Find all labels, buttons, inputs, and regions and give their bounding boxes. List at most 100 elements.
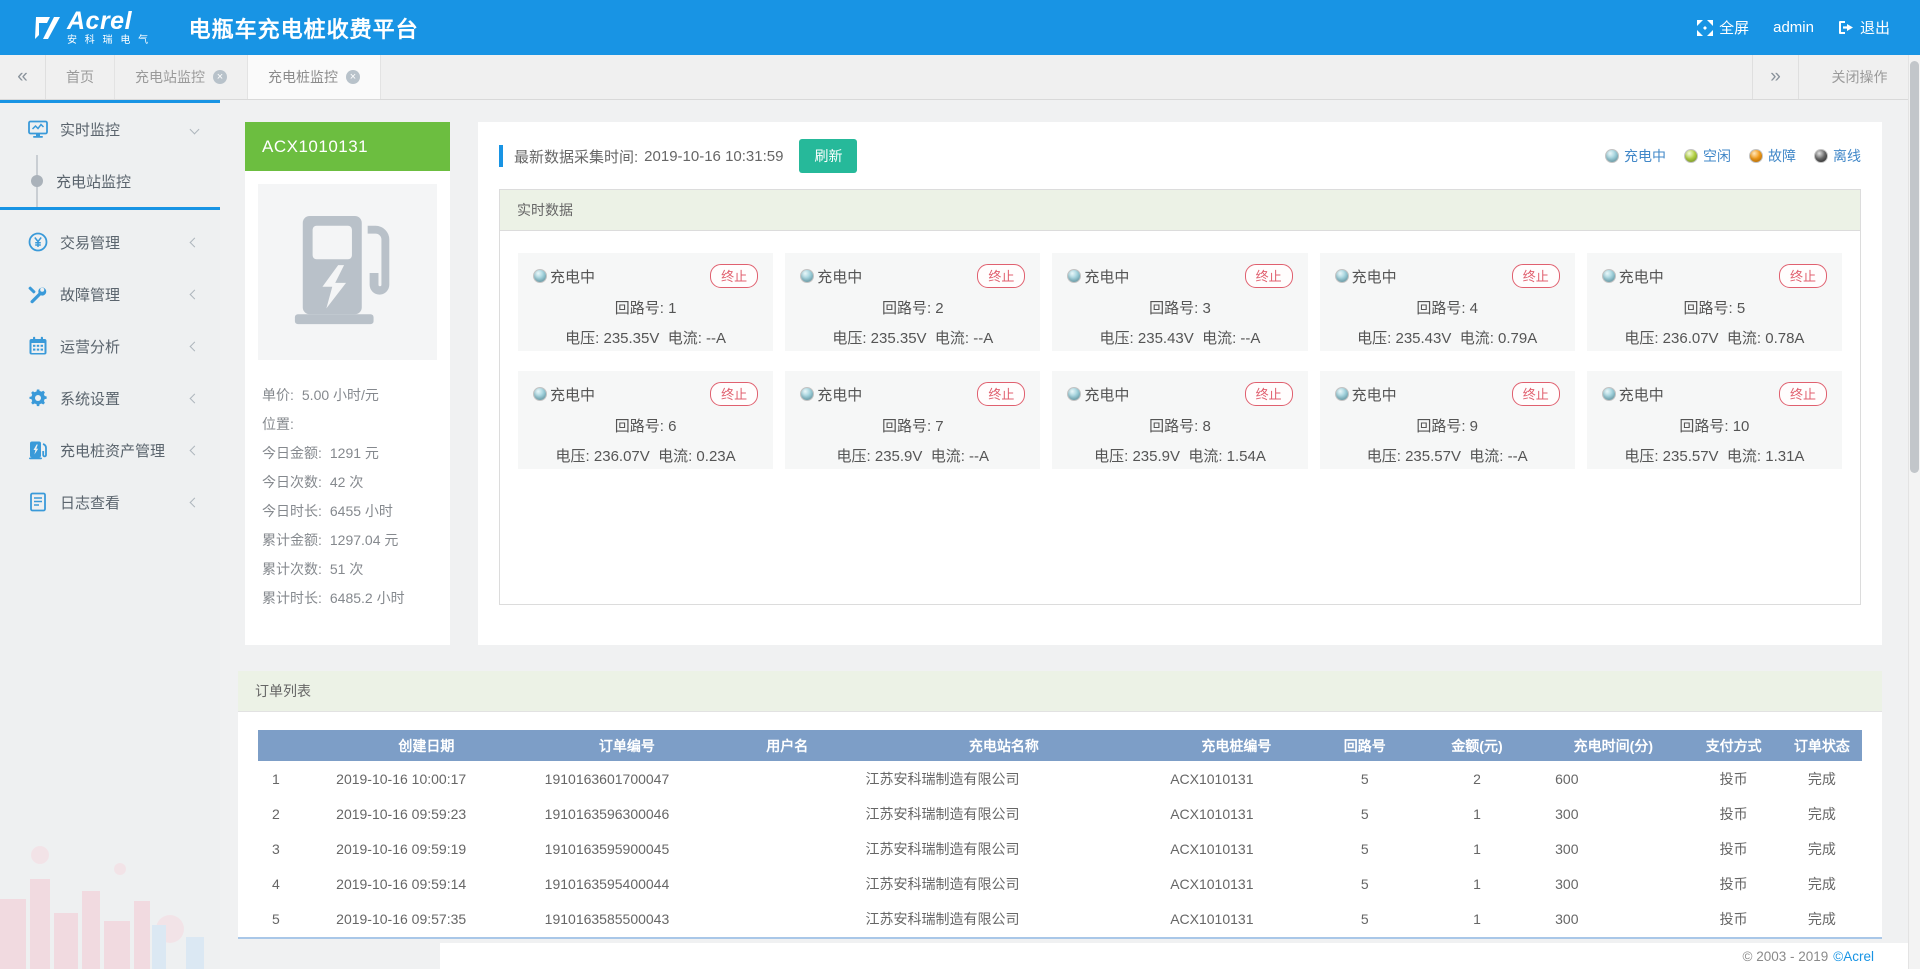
table-cell: 2019-10-16 09:59:23 [322, 796, 531, 831]
tab-label: 首页 [66, 67, 94, 87]
sidebar-item-transactions[interactable]: 交易管理 [0, 216, 220, 268]
stat-total-duration: 累计时长: 6485.2 小时 [262, 583, 433, 612]
table-cell: 江苏安科瑞制造有限公司 [851, 866, 1156, 901]
tab-home[interactable]: 首页 [46, 55, 115, 99]
fullscreen-label: 全屏 [1719, 17, 1749, 38]
table-cell: 2019-10-16 10:00:17 [322, 761, 531, 796]
tab-scroll-right-button[interactable]: » [1752, 55, 1798, 99]
chevron-left-icon [190, 393, 200, 403]
tab-pile-monitor[interactable]: 充电桩监控 × [248, 55, 381, 99]
header-actions: 全屏 admin 退出 [1697, 17, 1890, 38]
table-cell: 300 [1541, 866, 1685, 901]
stat-today-amount: 今日金额: 1291 元 [262, 438, 433, 467]
table-header-index [258, 730, 322, 761]
table-cell: 完成 [1782, 866, 1862, 901]
table-cell: 1 [1413, 866, 1541, 901]
circuit-voltage-current: 电压: 235.43V 电流: 0.79A [1335, 327, 1560, 348]
table-header-cell: 金额(元) [1413, 730, 1541, 761]
table-cell: 2019-10-16 09:59:19 [322, 831, 531, 866]
table-cell: 完成 [1782, 831, 1862, 866]
username[interactable]: admin [1773, 19, 1814, 36]
tab-close-icon[interactable]: × [346, 70, 360, 84]
acrel-logo: Acrel 安 科 瑞 电 气 [34, 9, 151, 46]
close-operations-button[interactable]: 关闭操作 [1798, 55, 1920, 99]
logout-label: 退出 [1860, 17, 1890, 38]
circuit-cards-grid: 充电中 终止 回路号: 1 电压: 235.35V 电流: --A 充电中 终止… [500, 231, 1860, 491]
sidebar-item-logs[interactable]: 日志查看 [0, 476, 220, 528]
circuit-status-label: 充电中 [1084, 384, 1129, 405]
table-cell: 300 [1541, 831, 1685, 866]
table-row[interactable]: 42019-10-16 09:59:141910163595400044江苏安科… [258, 866, 1862, 901]
realtime-monitor-panel: 最新数据采集时间: 2019-10-16 10:31:59 刷新 充电中 空闲 [478, 122, 1882, 645]
terminate-button[interactable]: 终止 [710, 382, 758, 406]
orders-table-wrap: 创建日期 订单编号 用户名 充电站名称 充电桩编号 回路号 金额(元) 充电时间… [238, 712, 1882, 936]
terminate-button[interactable]: 终止 [1512, 382, 1560, 406]
table-cell: 1910163601700047 [531, 761, 723, 796]
collect-time-value: 2019-10-16 10:31:59 [644, 148, 783, 165]
circuit-number: 回路号: 10 [1602, 415, 1827, 436]
circuit-voltage-current: 电压: 235.57V 电流: 1.31A [1602, 445, 1827, 466]
terminate-button[interactable]: 终止 [710, 264, 758, 288]
pile-panel-body: 单价: 5.00 小时/元 位置: 今日金额: 1291 元 [245, 171, 450, 612]
terminate-button[interactable]: 终止 [1779, 382, 1827, 406]
tab-close-icon[interactable]: × [213, 70, 227, 84]
table-row[interactable]: 32019-10-16 09:59:191910163595900045江苏安科… [258, 831, 1862, 866]
table-cell: 3 [258, 831, 322, 866]
sidebar-item-label: 故障管理 [60, 284, 120, 305]
circuit-status-label: 充电中 [550, 266, 595, 287]
sidebar-item-faults[interactable]: 故障管理 [0, 268, 220, 320]
table-header-cell: 用户名 [723, 730, 851, 761]
sidebar-item-realtime-monitor[interactable]: 实时监控 [0, 103, 220, 155]
sidebar-item-label: 运营分析 [60, 336, 120, 357]
charging-status-icon [1067, 269, 1081, 283]
table-cell: 4 [258, 866, 322, 901]
tab-label: 充电站监控 [135, 67, 205, 87]
circuit-number: 回路号: 3 [1067, 297, 1292, 318]
terminate-button[interactable]: 终止 [1245, 264, 1293, 288]
table-cell: ACX1010131 [1156, 831, 1316, 866]
logout-button[interactable]: 退出 [1838, 17, 1890, 38]
tab-station-monitor[interactable]: 充电站监控 × [115, 55, 248, 99]
terminate-button[interactable]: 终止 [1245, 382, 1293, 406]
circuit-number: 回路号: 9 [1335, 415, 1560, 436]
circuit-number: 回路号: 2 [800, 297, 1025, 318]
table-cell: ACX1010131 [1156, 866, 1316, 901]
table-row[interactable]: 52019-10-16 09:57:351910163585500043江苏安科… [258, 901, 1862, 936]
scrollbar-thumb[interactable] [1910, 61, 1919, 473]
terminate-button[interactable]: 终止 [1512, 264, 1560, 288]
idle-status-icon [1684, 149, 1698, 163]
table-header-cell: 回路号 [1317, 730, 1413, 761]
tab-scroll-left-button[interactable]: « [0, 55, 46, 99]
circuit-card: 充电中 终止 回路号: 3 电压: 235.43V 电流: --A [1052, 253, 1307, 351]
table-header-cell: 充电站名称 [851, 730, 1156, 761]
circuit-status-label: 充电中 [817, 384, 862, 405]
circuit-status-label: 充电中 [1352, 384, 1397, 405]
stat-today-count: 今日次数: 42 次 [262, 467, 433, 496]
circuit-number: 回路号: 4 [1335, 297, 1560, 318]
orders-panel-title: 订单列表 [238, 671, 1882, 712]
table-row[interactable]: 22019-10-16 09:59:231910163596300046江苏安科… [258, 796, 1862, 831]
vertical-scrollbar[interactable] [1908, 55, 1920, 969]
circuit-card: 充电中 终止 回路号: 4 电压: 235.43V 电流: 0.79A [1320, 253, 1575, 351]
fullscreen-button[interactable]: 全屏 [1697, 17, 1749, 38]
circuit-number: 回路号: 1 [533, 297, 758, 318]
table-cell: 江苏安科瑞制造有限公司 [851, 831, 1156, 866]
sidebar-item-operations-analysis[interactable]: 运营分析 [0, 320, 220, 372]
circuit-card: 充电中 终止 回路号: 8 电压: 235.9V 电流: 1.54A [1052, 371, 1307, 469]
table-row[interactable]: 12019-10-16 10:00:171910163601700047江苏安科… [258, 761, 1862, 796]
refresh-button[interactable]: 刷新 [799, 139, 857, 173]
offline-status-icon [1814, 149, 1828, 163]
terminate-button[interactable]: 终止 [977, 264, 1025, 288]
fullscreen-icon [1697, 20, 1713, 36]
page-root: Acrel 安 科 瑞 电 气 电瓶车充电桩收费平台 全屏 admin 退 [0, 0, 1920, 969]
terminate-button[interactable]: 终止 [1779, 264, 1827, 288]
table-cell [723, 761, 851, 796]
terminate-button[interactable]: 终止 [977, 382, 1025, 406]
sidebar-item-system-settings[interactable]: 系统设置 [0, 372, 220, 424]
sidebar-item-pile-assets[interactable]: 充电桩资产管理 [0, 424, 220, 476]
pile-id-header: ACX1010131 [245, 122, 450, 171]
footer-brand-link[interactable]: ©Acrel [1833, 949, 1874, 964]
table-cell: 江苏安科瑞制造有限公司 [851, 901, 1156, 936]
sidebar-item-station-monitor[interactable]: 充电站监控 [0, 155, 220, 207]
table-cell: 江苏安科瑞制造有限公司 [851, 761, 1156, 796]
